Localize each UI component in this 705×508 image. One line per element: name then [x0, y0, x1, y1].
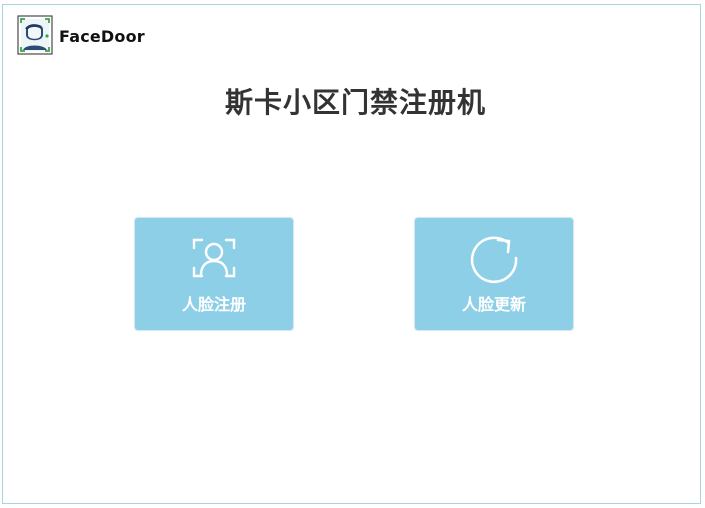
brand-name: FaceDoor: [59, 26, 145, 46]
face-update-button[interactable]: 人脸更新: [414, 217, 574, 331]
page-title: 斯卡小区门禁注册机: [224, 86, 486, 119]
face-update-label: 人脸更新: [461, 295, 526, 314]
brand-header: FaceDoor: [17, 15, 145, 55]
face-register-button[interactable]: 人脸注册: [134, 217, 294, 331]
app-window: FaceDoor 斯卡小区门禁注册机 人脸注册 人脸更新: [2, 4, 701, 504]
refresh-icon: [470, 236, 518, 284]
face-scan-user-icon: [192, 238, 236, 278]
face-register-label: 人脸注册: [181, 295, 246, 314]
face-scan-logo-icon: [17, 15, 53, 55]
